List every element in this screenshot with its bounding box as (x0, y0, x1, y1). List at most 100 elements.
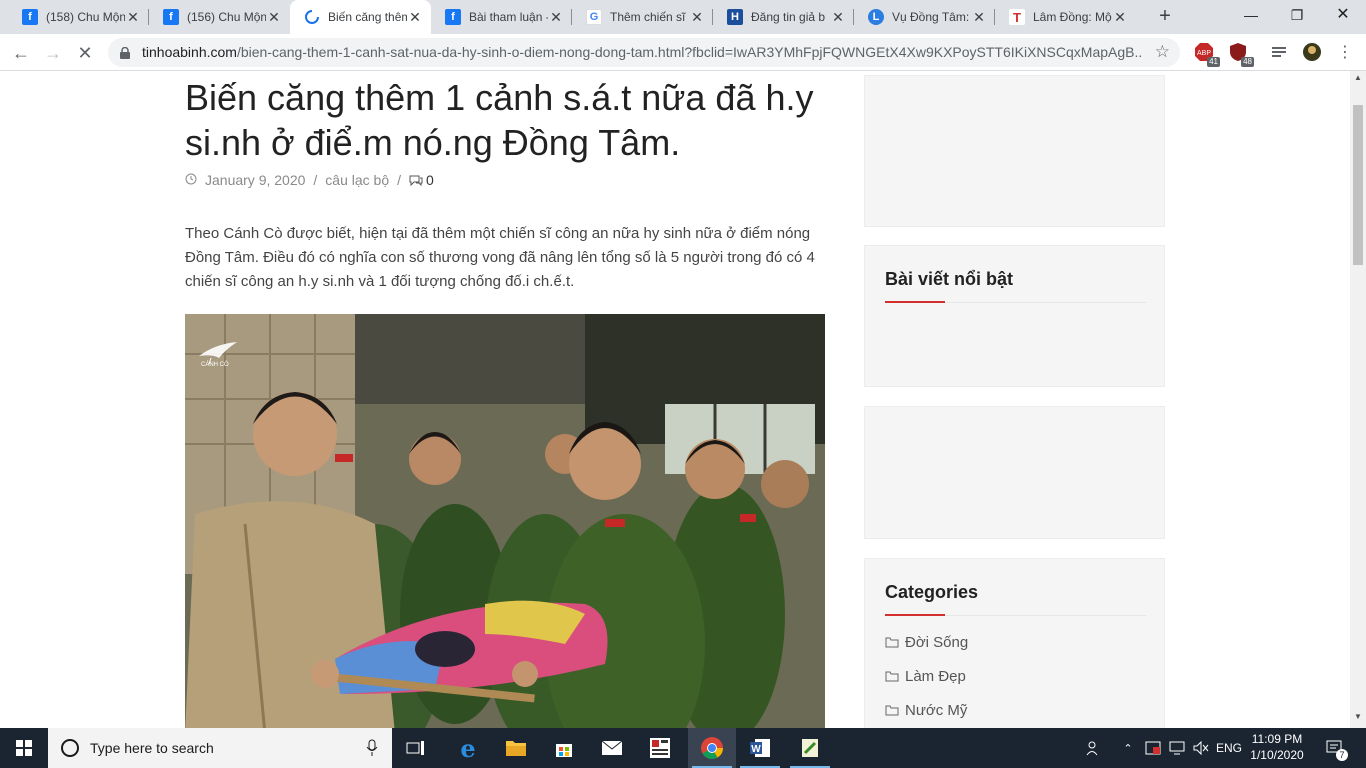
tab-8[interactable]: T Lâm Đồng: Mộ ✕ (995, 0, 1136, 34)
article-category-link[interactable]: câu lạc bộ (325, 172, 389, 188)
back-button[interactable]: ← (8, 40, 34, 66)
tab-7[interactable]: L Vụ Đồng Tâm: ✕ (854, 0, 995, 34)
minimize-button[interactable]: — (1228, 0, 1274, 30)
file-explorer-icon[interactable] (492, 728, 540, 768)
tab-title: Thêm chiến sĩ c (610, 10, 689, 24)
sidebar-empty-widget (864, 406, 1165, 539)
news-site-icon: L (868, 9, 884, 25)
people-icon[interactable] (1082, 728, 1106, 768)
ublock-icon[interactable]: 48 (1228, 42, 1254, 67)
tab-5[interactable]: G Thêm chiến sĩ c ✕ (572, 0, 713, 34)
action-center-icon[interactable]: 7 (1318, 728, 1352, 768)
edge-browser-icon[interactable]: e (444, 728, 492, 768)
notepad-app-icon[interactable] (786, 728, 834, 768)
cortana-circle-icon (61, 739, 79, 757)
scrollbar-thumb[interactable] (1353, 105, 1363, 265)
close-tab-icon[interactable]: ✕ (1112, 9, 1128, 26)
windows-start-button[interactable] (0, 728, 48, 768)
meta-separator: / (313, 172, 318, 188)
reading-list-icon[interactable] (1270, 42, 1292, 64)
show-hidden-icons-chevron-icon[interactable]: ⌃ (1118, 728, 1138, 768)
categories-widget: Categories Đời Sống Làm Đẹp Nước Mỹ (864, 558, 1165, 728)
article-body: Theo Cánh Cò được biết, hiện tại đã thêm… (185, 225, 815, 290)
adblock-icon[interactable]: ABP 41 (1194, 42, 1220, 67)
new-tab-button[interactable]: + (1154, 5, 1176, 27)
close-tab-icon[interactable]: ✕ (689, 9, 705, 26)
notification-count-badge: 7 (1336, 749, 1348, 761)
tuoitre-icon: T (1009, 9, 1025, 25)
url-text: tinhoabinh.com/bien-cang-them-1-canh-sat… (142, 44, 1142, 60)
windows-logo-icon (16, 740, 32, 756)
title-accent-underline (885, 614, 945, 616)
svg-text:W: W (751, 744, 761, 755)
volume-muted-icon[interactable] (1190, 728, 1212, 768)
antivirus-tray-icon[interactable] (1142, 728, 1164, 768)
facebook-icon: f (163, 9, 179, 25)
task-view-icon[interactable] (392, 728, 440, 768)
tab-title: (158) Chu Mộng (46, 10, 125, 24)
restore-button[interactable]: ❐ (1274, 0, 1320, 30)
web-page: Biến căng thêm 1 cảnh s.á.t nữa đã h.y s… (0, 71, 1350, 728)
google-icon: G (586, 9, 602, 25)
tab-4[interactable]: f Bài tham luận - N ✕ (431, 0, 572, 34)
comments-icon (409, 175, 423, 186)
scroll-down-arrow-icon[interactable]: ▼ (1350, 712, 1366, 726)
network-icon[interactable] (1166, 728, 1188, 768)
browser-tab-strip: f (158) Chu Mộng ✕ f (156) Chu Mộng ✕ Bi… (0, 0, 1366, 34)
category-link[interactable]: Làm Đẹp (885, 668, 966, 685)
profile-avatar-icon[interactable] (1302, 42, 1324, 64)
article-photo: CÁNH CÒ (185, 314, 825, 728)
tab-title: (156) Chu Mộng (187, 10, 266, 24)
tab-title: Biến căng thêm 1 (328, 10, 407, 24)
page-scrollbar[interactable]: ▲ ▼ (1350, 71, 1366, 728)
widget-title: Categories (885, 582, 979, 602)
clock-icon (185, 173, 197, 188)
comments-link[interactable]: 0 (409, 172, 434, 188)
tab-title: Lâm Đồng: Mộ (1033, 10, 1112, 24)
category-link[interactable]: Nước Mỹ (885, 702, 967, 719)
word-icon[interactable]: W (736, 728, 784, 768)
tab-3-active[interactable]: Biến căng thêm 1 ✕ (290, 0, 431, 34)
forward-button[interactable]: → (40, 40, 66, 66)
news-app-icon[interactable] (636, 728, 684, 768)
close-tab-icon[interactable]: ✕ (548, 9, 564, 26)
widget-title: Bài viết nổi bật (885, 269, 1014, 289)
close-tab-icon[interactable]: ✕ (407, 9, 423, 26)
clock-time: 11:09 PM (1251, 732, 1303, 746)
article-title: Biến căng thêm 1 cảnh s.á.t nữa đã h.y s… (185, 77, 814, 163)
scroll-up-arrow-icon[interactable]: ▲ (1350, 73, 1366, 87)
close-tab-icon[interactable]: ✕ (125, 9, 141, 26)
input-language[interactable]: ENG (1214, 728, 1244, 768)
stop-loading-button[interactable]: ✕ (72, 40, 98, 66)
tab-title: Đăng tin giả b (751, 10, 826, 24)
chrome-icon[interactable] (688, 728, 736, 768)
bookmark-star-icon[interactable]: ☆ (1155, 42, 1170, 62)
extension-badge: 48 (1241, 57, 1254, 67)
folder-icon (885, 637, 899, 648)
address-bar[interactable]: tinhoabinh.com/bien-cang-them-1-canh-sat… (108, 38, 1180, 67)
windows-taskbar: Type here to search e W ⌃ ENG 11:09 PM 1… (0, 728, 1366, 768)
close-tab-icon[interactable]: ✕ (971, 9, 987, 26)
category-label: Nước Mỹ (905, 702, 968, 719)
facebook-icon: f (445, 9, 461, 25)
close-tab-icon[interactable]: ✕ (830, 9, 846, 26)
microsoft-store-icon[interactable] (540, 728, 588, 768)
menu-kebab-icon[interactable]: ⋮ (1332, 40, 1358, 66)
lock-icon (120, 46, 130, 59)
tab-2[interactable]: f (156) Chu Mộng ✕ (149, 0, 290, 34)
microphone-icon (366, 739, 378, 756)
category-link[interactable]: Đời Sống (885, 634, 968, 651)
svg-text:CÁNH CÒ: CÁNH CÒ (201, 361, 229, 368)
article-meta: January 9, 2020 / câu lạc bộ / 0 (185, 172, 434, 188)
system-clock[interactable]: 11:09 PM 1/10/2020 (1244, 731, 1310, 763)
folder-icon (885, 705, 899, 716)
tab-1[interactable]: f (158) Chu Mộng ✕ (8, 0, 149, 34)
close-window-button[interactable]: ✕ (1320, 0, 1366, 30)
close-tab-icon[interactable]: ✕ (266, 9, 282, 26)
tab-6[interactable]: H Đăng tin giả b ✕ (713, 0, 854, 34)
sidebar-ad-widget (864, 75, 1165, 227)
article-date: January 9, 2020 (205, 172, 306, 188)
svg-text:ABP: ABP (1197, 50, 1211, 57)
taskbar-search-box[interactable]: Type here to search (48, 728, 392, 768)
mail-icon[interactable] (588, 728, 636, 768)
